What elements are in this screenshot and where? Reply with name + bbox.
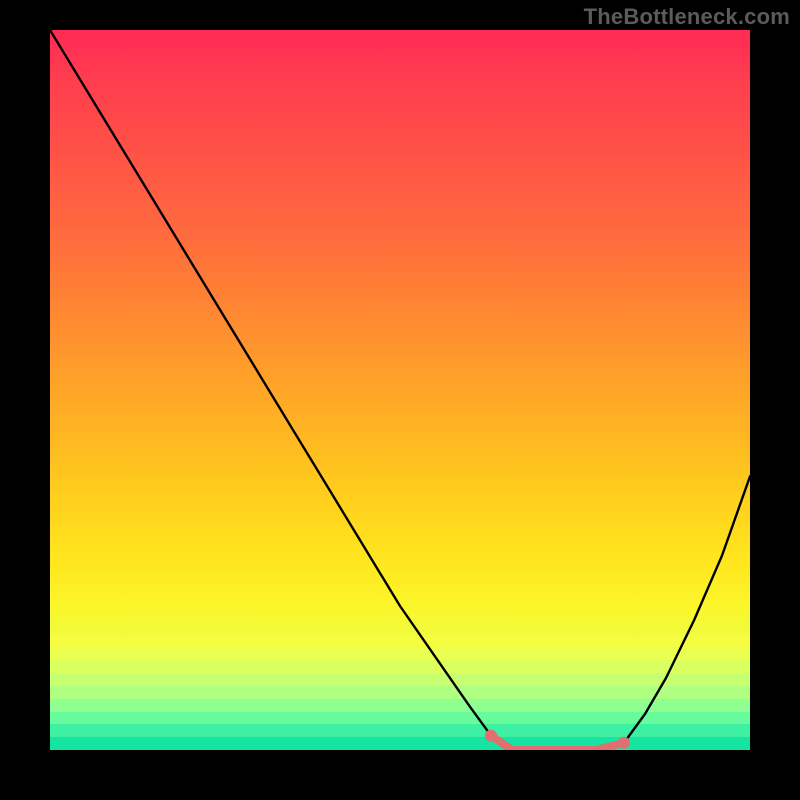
optimal-range-highlight: [491, 736, 624, 750]
plot-area: [50, 30, 750, 750]
curve-svg: [50, 30, 750, 750]
bottleneck-curve: [50, 30, 750, 750]
watermark-text: TheBottleneck.com: [584, 4, 790, 30]
chart-frame: TheBottleneck.com: [0, 0, 800, 800]
highlight-start-dot: [485, 730, 497, 742]
highlight-end-dot: [618, 737, 630, 749]
